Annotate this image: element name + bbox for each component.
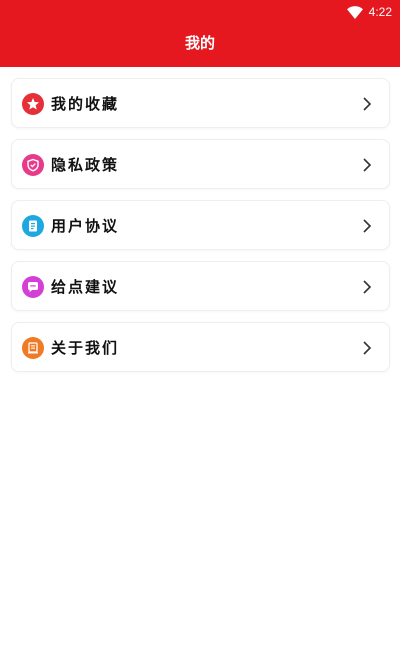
chevron-right-icon — [359, 279, 375, 295]
menu-item-about-us[interactable]: 关于我们 — [11, 322, 390, 372]
menu-item-user-agreement[interactable]: 用户协议 — [11, 200, 390, 250]
document-icon — [22, 215, 44, 237]
message-icon — [22, 276, 44, 298]
menu-item-feedback[interactable]: 给点建议 — [11, 261, 390, 311]
menu-item-label: 关于我们 — [51, 339, 120, 357]
menu-item-label: 隐私政策 — [51, 156, 120, 174]
chevron-right-icon — [359, 218, 375, 234]
status-bar: 4:22 — [346, 3, 392, 21]
wifi-icon — [346, 5, 363, 19]
chevron-right-icon — [359, 96, 375, 112]
menu-item-favorites[interactable]: 我的收藏 — [11, 78, 390, 128]
app-header: 4:22 我的 — [0, 0, 400, 67]
menu-item-label: 给点建议 — [51, 278, 120, 296]
chevron-right-icon — [359, 340, 375, 356]
status-time: 4:22 — [368, 5, 392, 19]
shield-icon — [22, 154, 44, 176]
settings-menu: 我的收藏 隐私政策 用户协议 给点建议 关于我们 — [11, 78, 390, 383]
chevron-right-icon — [359, 157, 375, 173]
menu-item-label: 用户协议 — [51, 217, 120, 235]
star-icon — [22, 93, 44, 115]
page-title: 我的 — [184, 34, 215, 52]
menu-item-privacy-policy[interactable]: 隐私政策 — [11, 139, 390, 189]
info-card-icon — [22, 337, 44, 359]
menu-item-label: 我的收藏 — [51, 95, 120, 113]
